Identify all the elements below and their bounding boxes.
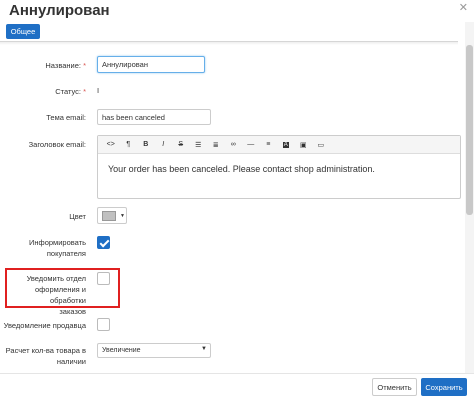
link-icon[interactable]: ∞ <box>225 138 243 152</box>
color-label: Цвет <box>69 212 86 221</box>
stock-calc-selected: Увеличение <box>102 347 141 354</box>
paragraph-icon[interactable]: ¶ <box>120 138 138 152</box>
stock-calc-label: Расчет кол-ва товара в наличии <box>5 346 86 366</box>
bold-icon[interactable]: B <box>137 138 155 152</box>
scrollbar-thumb[interactable] <box>466 45 473 215</box>
chevron-down-icon: ▼ <box>201 346 207 352</box>
email-subject-label: Тема email: <box>46 113 86 122</box>
chevron-down-icon: ▼ <box>120 212 125 219</box>
italic-icon[interactable]: I <box>155 138 173 152</box>
notify-vendor-label: Уведомление продавца <box>3 321 86 330</box>
notify-dept-checkbox[interactable] <box>97 272 110 285</box>
image-icon[interactable]: ▣ <box>295 138 313 152</box>
tab-general[interactable]: Общее <box>6 24 40 39</box>
stock-calc-select[interactable]: Увеличение ▼ <box>97 343 211 358</box>
email-header-editor[interactable]: <> ¶ B I S ☰ ≣ ∞ — ≡ A ▣ ▭ Your order ha… <box>97 135 461 199</box>
cancel-button[interactable]: Отменить <box>372 378 417 396</box>
status-label: Статус: * <box>55 87 86 96</box>
status-value: I <box>97 86 100 95</box>
notify-customer-checkbox[interactable] <box>97 236 110 249</box>
video-icon[interactable]: ▭ <box>312 138 330 152</box>
ordered-list-icon[interactable]: ≣ <box>207 138 225 152</box>
align-icon[interactable]: ≡ <box>260 138 278 152</box>
editor-content[interactable]: Your order has been canceled. Please con… <box>98 154 460 184</box>
notify-vendor-checkbox[interactable] <box>97 318 110 331</box>
color-swatch <box>102 210 116 221</box>
unordered-list-icon[interactable]: ☰ <box>190 138 208 152</box>
email-header-label: Заголовок email: <box>28 140 86 149</box>
font-color-icon[interactable]: A <box>277 138 295 152</box>
strikethrough-icon[interactable]: S <box>172 138 190 152</box>
email-subject-input[interactable]: has been canceled <box>97 109 211 125</box>
save-button[interactable]: Сохранить <box>421 378 467 396</box>
notify-customer-label: Информировать покупателя <box>29 238 86 258</box>
code-icon[interactable]: <> <box>102 138 120 152</box>
name-input[interactable]: Аннулирован <box>97 56 205 73</box>
dialog-title: Аннулирован <box>9 2 110 19</box>
color-picker[interactable]: ▼ <box>97 207 127 224</box>
horizontal-rule-icon[interactable]: — <box>242 138 260 152</box>
notify-dept-label: Уведомить отдел оформления и обработки з… <box>26 274 86 316</box>
name-label: Название: * <box>45 61 86 70</box>
editor-toolbar: <> ¶ B I S ☰ ≣ ∞ — ≡ A ▣ ▭ <box>98 136 460 154</box>
close-icon[interactable]: ✕ <box>459 1 468 14</box>
